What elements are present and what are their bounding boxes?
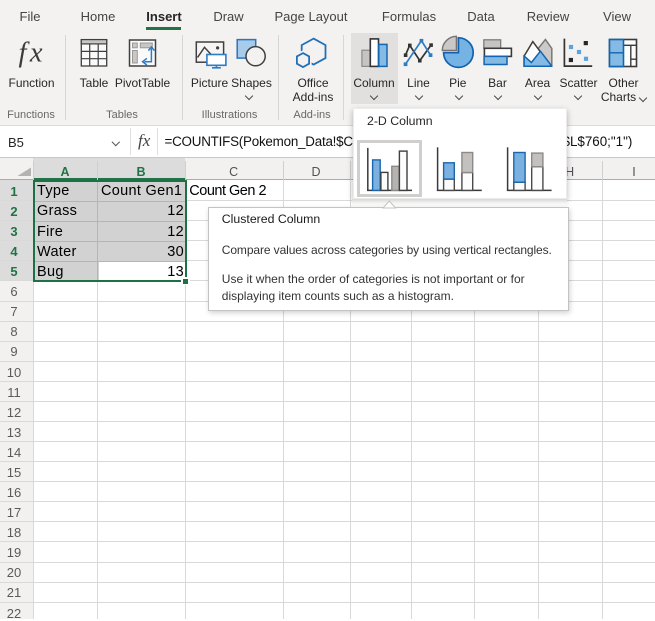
svg-text:fx: fx [19, 38, 47, 69]
